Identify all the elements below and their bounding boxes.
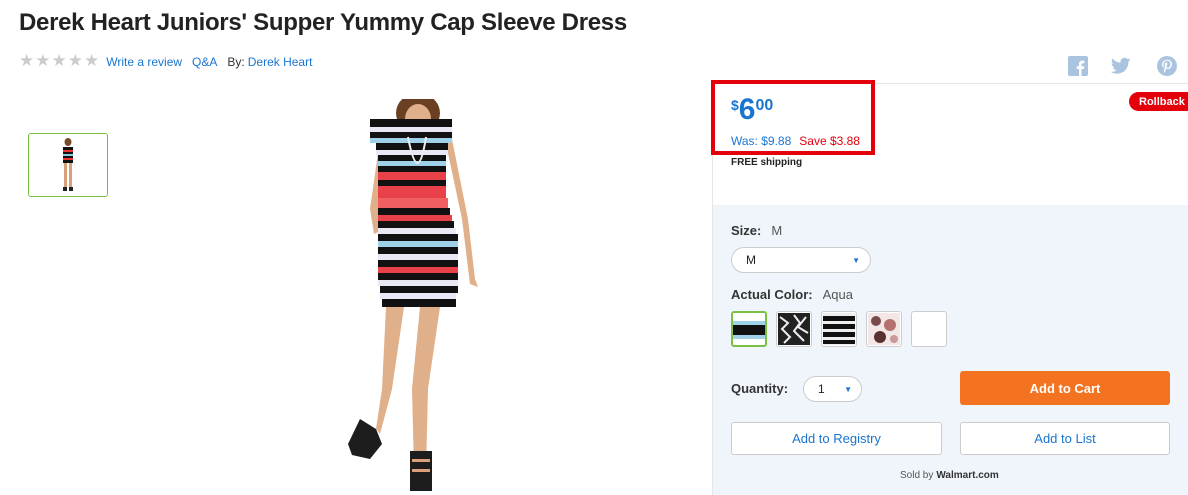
star-icon: ★ bbox=[51, 51, 67, 71]
chevron-down-icon: ▼ bbox=[844, 385, 852, 394]
facebook-icon[interactable] bbox=[1067, 55, 1089, 77]
swatch-stripe-image bbox=[823, 313, 855, 345]
product-thumbnail[interactable] bbox=[28, 133, 108, 197]
size-value: M bbox=[771, 223, 783, 238]
size-label-row: Size: M bbox=[731, 223, 782, 238]
pinterest-icon[interactable] bbox=[1156, 55, 1178, 77]
seller-name: Walmart.com bbox=[936, 470, 999, 481]
sold-by-label: Sold by bbox=[900, 470, 934, 481]
product-title: Derek Heart Juniors' Supper Yummy Cap Sl… bbox=[19, 9, 627, 36]
star-icon: ★ bbox=[67, 51, 83, 71]
color-swatch-2[interactable] bbox=[776, 311, 812, 347]
thumbnail-dress-image bbox=[63, 138, 73, 191]
quantity-select[interactable]: 1 ▼ bbox=[803, 376, 862, 402]
shipping-info: FREE shipping bbox=[731, 157, 803, 168]
product-meta-row: ★ ★ ★ ★ ★ Write a review Q&A By: Derek H… bbox=[19, 53, 322, 70]
sold-by: Sold by Walmart.com bbox=[900, 470, 999, 481]
by-label: By: bbox=[227, 54, 245, 69]
star-icon: ★ bbox=[35, 51, 51, 71]
qa-link[interactable]: Q&A bbox=[192, 55, 217, 69]
add-to-cart-button[interactable]: Add to Cart bbox=[960, 371, 1170, 405]
twitter-icon[interactable] bbox=[1110, 55, 1132, 77]
star-icon: ★ bbox=[19, 51, 35, 71]
color-swatch-3[interactable] bbox=[821, 311, 857, 347]
write-review-link[interactable]: Write a review bbox=[106, 55, 182, 69]
add-to-registry-button[interactable]: Add to Registry bbox=[731, 422, 942, 455]
color-swatch-aqua[interactable] bbox=[731, 311, 767, 347]
color-value: Aqua bbox=[822, 287, 853, 302]
size-select-value: M bbox=[746, 253, 756, 267]
add-to-list-button[interactable]: Add to List bbox=[960, 422, 1170, 455]
star-icon: ★ bbox=[84, 51, 100, 71]
swatch-aqua-image bbox=[733, 313, 765, 345]
color-swatch-4[interactable] bbox=[866, 311, 902, 347]
quantity-label: Quantity: bbox=[731, 381, 789, 396]
rating-stars[interactable]: ★ ★ ★ ★ ★ bbox=[19, 53, 99, 70]
size-label: Size: bbox=[731, 223, 762, 238]
color-swatch-5[interactable] bbox=[911, 311, 947, 347]
product-main-image[interactable] bbox=[340, 99, 485, 495]
swatch-floral-image bbox=[868, 313, 900, 345]
size-select[interactable]: M ▼ bbox=[731, 247, 871, 273]
price-highlight-box bbox=[711, 80, 875, 155]
chevron-down-icon: ▼ bbox=[852, 256, 860, 265]
color-label: Actual Color: bbox=[731, 287, 813, 302]
color-label-row: Actual Color: Aqua bbox=[731, 287, 853, 302]
quantity-value: 1 bbox=[818, 382, 825, 396]
brand-link[interactable]: Derek Heart bbox=[248, 55, 313, 69]
rollback-badge: Rollback bbox=[1129, 92, 1188, 111]
swatch-pattern-image bbox=[778, 313, 810, 345]
